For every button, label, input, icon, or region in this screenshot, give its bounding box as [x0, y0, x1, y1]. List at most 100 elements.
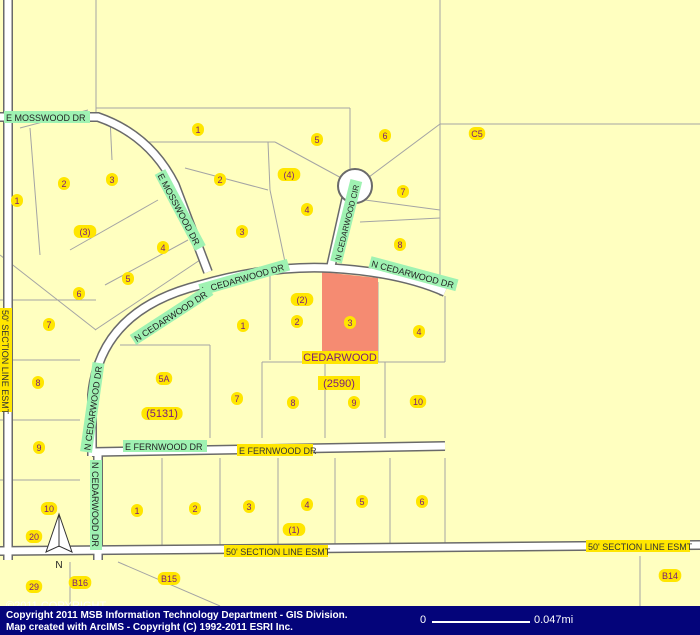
svg-text:7: 7: [46, 320, 51, 330]
easement-label-section-south: 50' SECTION LINE ESMT: [224, 545, 331, 557]
svg-text:8: 8: [397, 240, 402, 250]
map-viewport[interactable]: E MOSSWOOD DR E MOSSWOOD DR N CEDARWOOD …: [0, 0, 700, 635]
svg-text:5: 5: [359, 497, 364, 507]
subdivision-name: CEDARWOOD: [303, 352, 377, 364]
svg-text:3: 3: [239, 227, 244, 237]
svg-text:N CEDARWOOD DR: N CEDARWOOD DR: [90, 462, 100, 547]
svg-text:50' SECTION LINE ESMT: 50' SECTION LINE ESMT: [226, 547, 331, 557]
svg-text:B14: B14: [662, 571, 678, 581]
lot-label: 5A: [155, 372, 173, 385]
lot-label: 2: [291, 315, 303, 328]
lot-label: (1): [282, 523, 306, 536]
svg-text:B15: B15: [161, 574, 177, 584]
svg-text:10: 10: [44, 504, 54, 514]
svg-text:4: 4: [160, 243, 165, 253]
lot-label: 2: [58, 177, 70, 190]
north-arrow-label: N: [55, 560, 62, 571]
lot-label: 6: [379, 129, 391, 142]
scale-line: [432, 621, 530, 623]
easement-label-section-east: 50' SECTION LINE ESMT: [586, 540, 693, 552]
svg-text:1: 1: [14, 196, 19, 206]
lot-label: 5: [311, 133, 323, 146]
svg-text:B16: B16: [72, 578, 88, 588]
svg-text:8: 8: [290, 398, 295, 408]
lot-label: 3: [243, 500, 255, 513]
lot-label: 5: [122, 272, 134, 285]
svg-text:(1): (1): [289, 525, 300, 535]
svg-text:(4): (4): [284, 170, 295, 180]
lot-label: 5: [356, 495, 368, 508]
svg-text:5A: 5A: [158, 374, 169, 384]
lot-label: 29: [25, 580, 43, 593]
svg-text:E FERNWOOD DR: E FERNWOOD DR: [239, 446, 317, 456]
svg-text:E FERNWOOD DR: E FERNWOOD DR: [125, 442, 203, 452]
svg-text:3: 3: [109, 175, 114, 185]
lot-label: 4: [157, 241, 169, 254]
svg-text:7: 7: [400, 187, 405, 197]
lot-label: 1: [131, 504, 143, 517]
lot-label: B15: [157, 572, 181, 585]
svg-text:(5131): (5131): [146, 408, 178, 420]
svg-text:29: 29: [29, 582, 39, 592]
svg-text:(2): (2): [297, 295, 308, 305]
svg-text:3: 3: [347, 318, 352, 328]
lot-label: (2): [290, 293, 314, 306]
selected-parcel[interactable]: [322, 272, 378, 356]
lot-label: (3): [73, 225, 97, 238]
svg-text:5: 5: [125, 274, 130, 284]
easement-label-section-west: 50' SECTION LINE ESMT: [0, 308, 12, 415]
lot-label: 2: [214, 173, 226, 186]
svg-text:9: 9: [351, 398, 356, 408]
lot-label: (5131): [141, 407, 183, 420]
lot-label: B14: [658, 569, 682, 582]
lot-label: 1: [237, 319, 249, 332]
svg-text:C5: C5: [471, 129, 483, 139]
svg-text:7: 7: [234, 394, 239, 404]
svg-text:2: 2: [294, 317, 299, 327]
svg-text:1: 1: [134, 506, 139, 516]
svg-text:2: 2: [61, 179, 66, 189]
svg-text:1: 1: [240, 321, 245, 331]
street-label-cedarwood-south-v: N CEDARWOOD DR: [90, 460, 102, 550]
street-label-mosswood-w: E MOSSWOOD DR: [4, 111, 90, 123]
lot-label: 9: [348, 396, 360, 409]
svg-text:50' SECTION LINE ESMT: 50' SECTION LINE ESMT: [0, 310, 10, 415]
lot-label: 8: [32, 376, 44, 389]
subdivision-number: (2590): [323, 378, 355, 390]
lot-label: 1: [192, 123, 204, 136]
lot-label: C5: [468, 127, 486, 140]
lot-label: 7: [397, 185, 409, 198]
easement-label-fernwood: E FERNWOOD DR: [237, 444, 317, 456]
lot-label: 3: [236, 225, 248, 238]
footer-copyright-line: Copyright 2011 MSB Information Technolog…: [6, 610, 348, 621]
scale-distance: 0.047mi: [534, 614, 574, 626]
parcel-map[interactable]: E MOSSWOOD DR E MOSSWOOD DR N CEDARWOOD …: [0, 0, 700, 606]
svg-text:6: 6: [382, 131, 387, 141]
lot-label: 6: [73, 287, 85, 300]
scale-start: 0: [420, 614, 427, 626]
lot-label: B16: [68, 576, 92, 589]
svg-text:10: 10: [413, 397, 423, 407]
lot-label: 10: [409, 395, 427, 408]
footer-arcims-line: Map created with ArcIMS - Copyright (C) …: [6, 622, 293, 633]
lot-label: 8: [287, 396, 299, 409]
lot-label: 2: [189, 502, 201, 515]
lot-label: 10: [40, 502, 58, 515]
svg-text:5: 5: [314, 135, 319, 145]
svg-text:2: 2: [192, 504, 197, 514]
street-label-fernwood-w: E FERNWOOD DR: [123, 440, 207, 452]
svg-text:(3): (3): [80, 227, 91, 237]
svg-text:50' SECTION LINE ESMT: 50' SECTION LINE ESMT: [588, 542, 693, 552]
svg-text:3: 3: [246, 502, 251, 512]
svg-text:4: 4: [304, 205, 309, 215]
svg-text:6: 6: [76, 289, 81, 299]
lot-label: 8: [394, 238, 406, 251]
lot-label: 4: [301, 203, 313, 216]
svg-text:8: 8: [35, 378, 40, 388]
svg-text:20: 20: [29, 532, 39, 542]
lot-label: 9: [33, 441, 45, 454]
lot-label: (4): [277, 168, 301, 181]
svg-text:E MOSSWOOD DR: E MOSSWOOD DR: [6, 113, 86, 123]
lot-label: 7: [43, 318, 55, 331]
svg-text:4: 4: [416, 327, 421, 337]
